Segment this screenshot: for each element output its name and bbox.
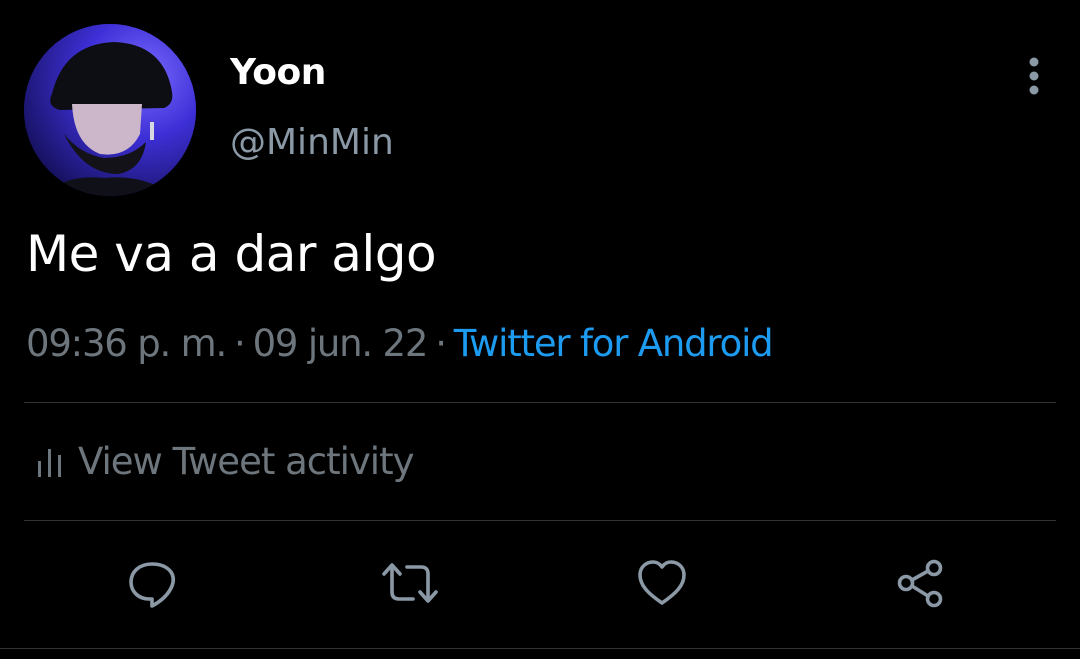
retweet-arrows-icon bbox=[382, 563, 438, 603]
share-button[interactable] bbox=[894, 556, 948, 610]
meta-separator: · bbox=[234, 322, 246, 365]
tweet-source-link[interactable]: Twitter for Android bbox=[454, 322, 774, 365]
reply-button[interactable] bbox=[125, 556, 179, 610]
speech-bubble-icon bbox=[129, 562, 176, 608]
like-button[interactable] bbox=[635, 556, 689, 610]
divider bbox=[24, 520, 1056, 521]
tweet-detail: Yoon @MinMin Me va a dar algo 09:36 p. m… bbox=[0, 0, 1080, 659]
divider bbox=[0, 648, 1080, 649]
share-nodes-icon bbox=[897, 559, 943, 608]
retweet-button[interactable] bbox=[380, 556, 440, 610]
tweet-date: 09 jun. 22 bbox=[252, 322, 429, 365]
heart-icon bbox=[638, 560, 686, 605]
meta-separator: · bbox=[435, 322, 447, 365]
view-tweet-activity-label: View Tweet activity bbox=[78, 440, 414, 483]
more-options-button[interactable] bbox=[1014, 56, 1054, 96]
view-tweet-activity-button[interactable]: View Tweet activity bbox=[36, 440, 414, 483]
tweet-text: Me va a dar algo bbox=[26, 225, 437, 283]
vertical-ellipsis-icon bbox=[1029, 57, 1039, 95]
author-handle[interactable]: @MinMin bbox=[230, 122, 394, 163]
avatar[interactable] bbox=[24, 24, 196, 196]
tweet-time: 09:36 p. m. bbox=[26, 322, 227, 365]
author-display-name[interactable]: Yoon bbox=[230, 52, 326, 93]
avatar-image bbox=[24, 24, 196, 196]
tweet-metadata: 09:36 p. m. · 09 jun. 22 · Twitter for Andro… bbox=[26, 322, 774, 365]
divider bbox=[24, 402, 1056, 403]
bar-chart-icon bbox=[38, 448, 61, 477]
